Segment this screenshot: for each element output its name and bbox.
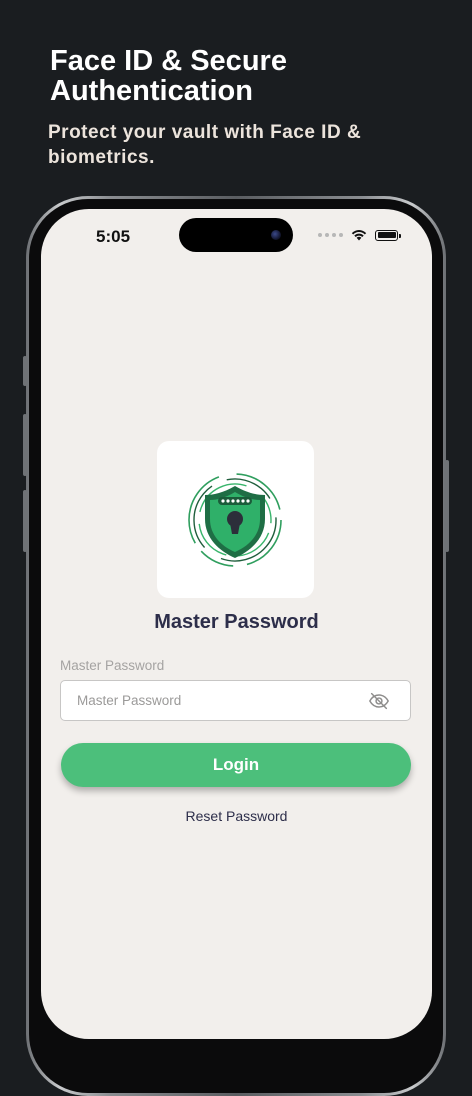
front-camera-icon <box>271 230 281 240</box>
password-field <box>60 680 411 721</box>
shield-keyhole-icon <box>188 473 282 567</box>
phone-screen: 5:05 Master Password Master Password Log… <box>41 209 432 1039</box>
status-icons <box>318 229 401 241</box>
password-input[interactable] <box>77 681 347 720</box>
phone-side-button-left-1 <box>23 356 27 386</box>
phone-side-button-left-2 <box>23 414 27 476</box>
wifi-icon <box>351 230 367 241</box>
phone-side-button-left-3 <box>23 490 27 552</box>
reset-password-link[interactable]: Reset Password <box>41 808 432 824</box>
signal-dots-icon <box>318 233 343 237</box>
promo-subtitle: Protect your vault with Face ID & biomet… <box>48 122 362 168</box>
battery-icon <box>375 229 401 241</box>
dynamic-island <box>179 218 293 252</box>
phone-side-button-right <box>445 460 449 552</box>
password-field-label: Master Password <box>60 658 165 673</box>
login-button[interactable]: Login <box>61 743 411 787</box>
eye-off-icon[interactable] <box>368 690 390 712</box>
app-logo-card <box>157 441 314 598</box>
form-title: Master Password <box>154 611 319 633</box>
promo-title: Face ID & Secure Authentication <box>50 45 287 107</box>
status-time: 5:05 <box>96 227 131 246</box>
